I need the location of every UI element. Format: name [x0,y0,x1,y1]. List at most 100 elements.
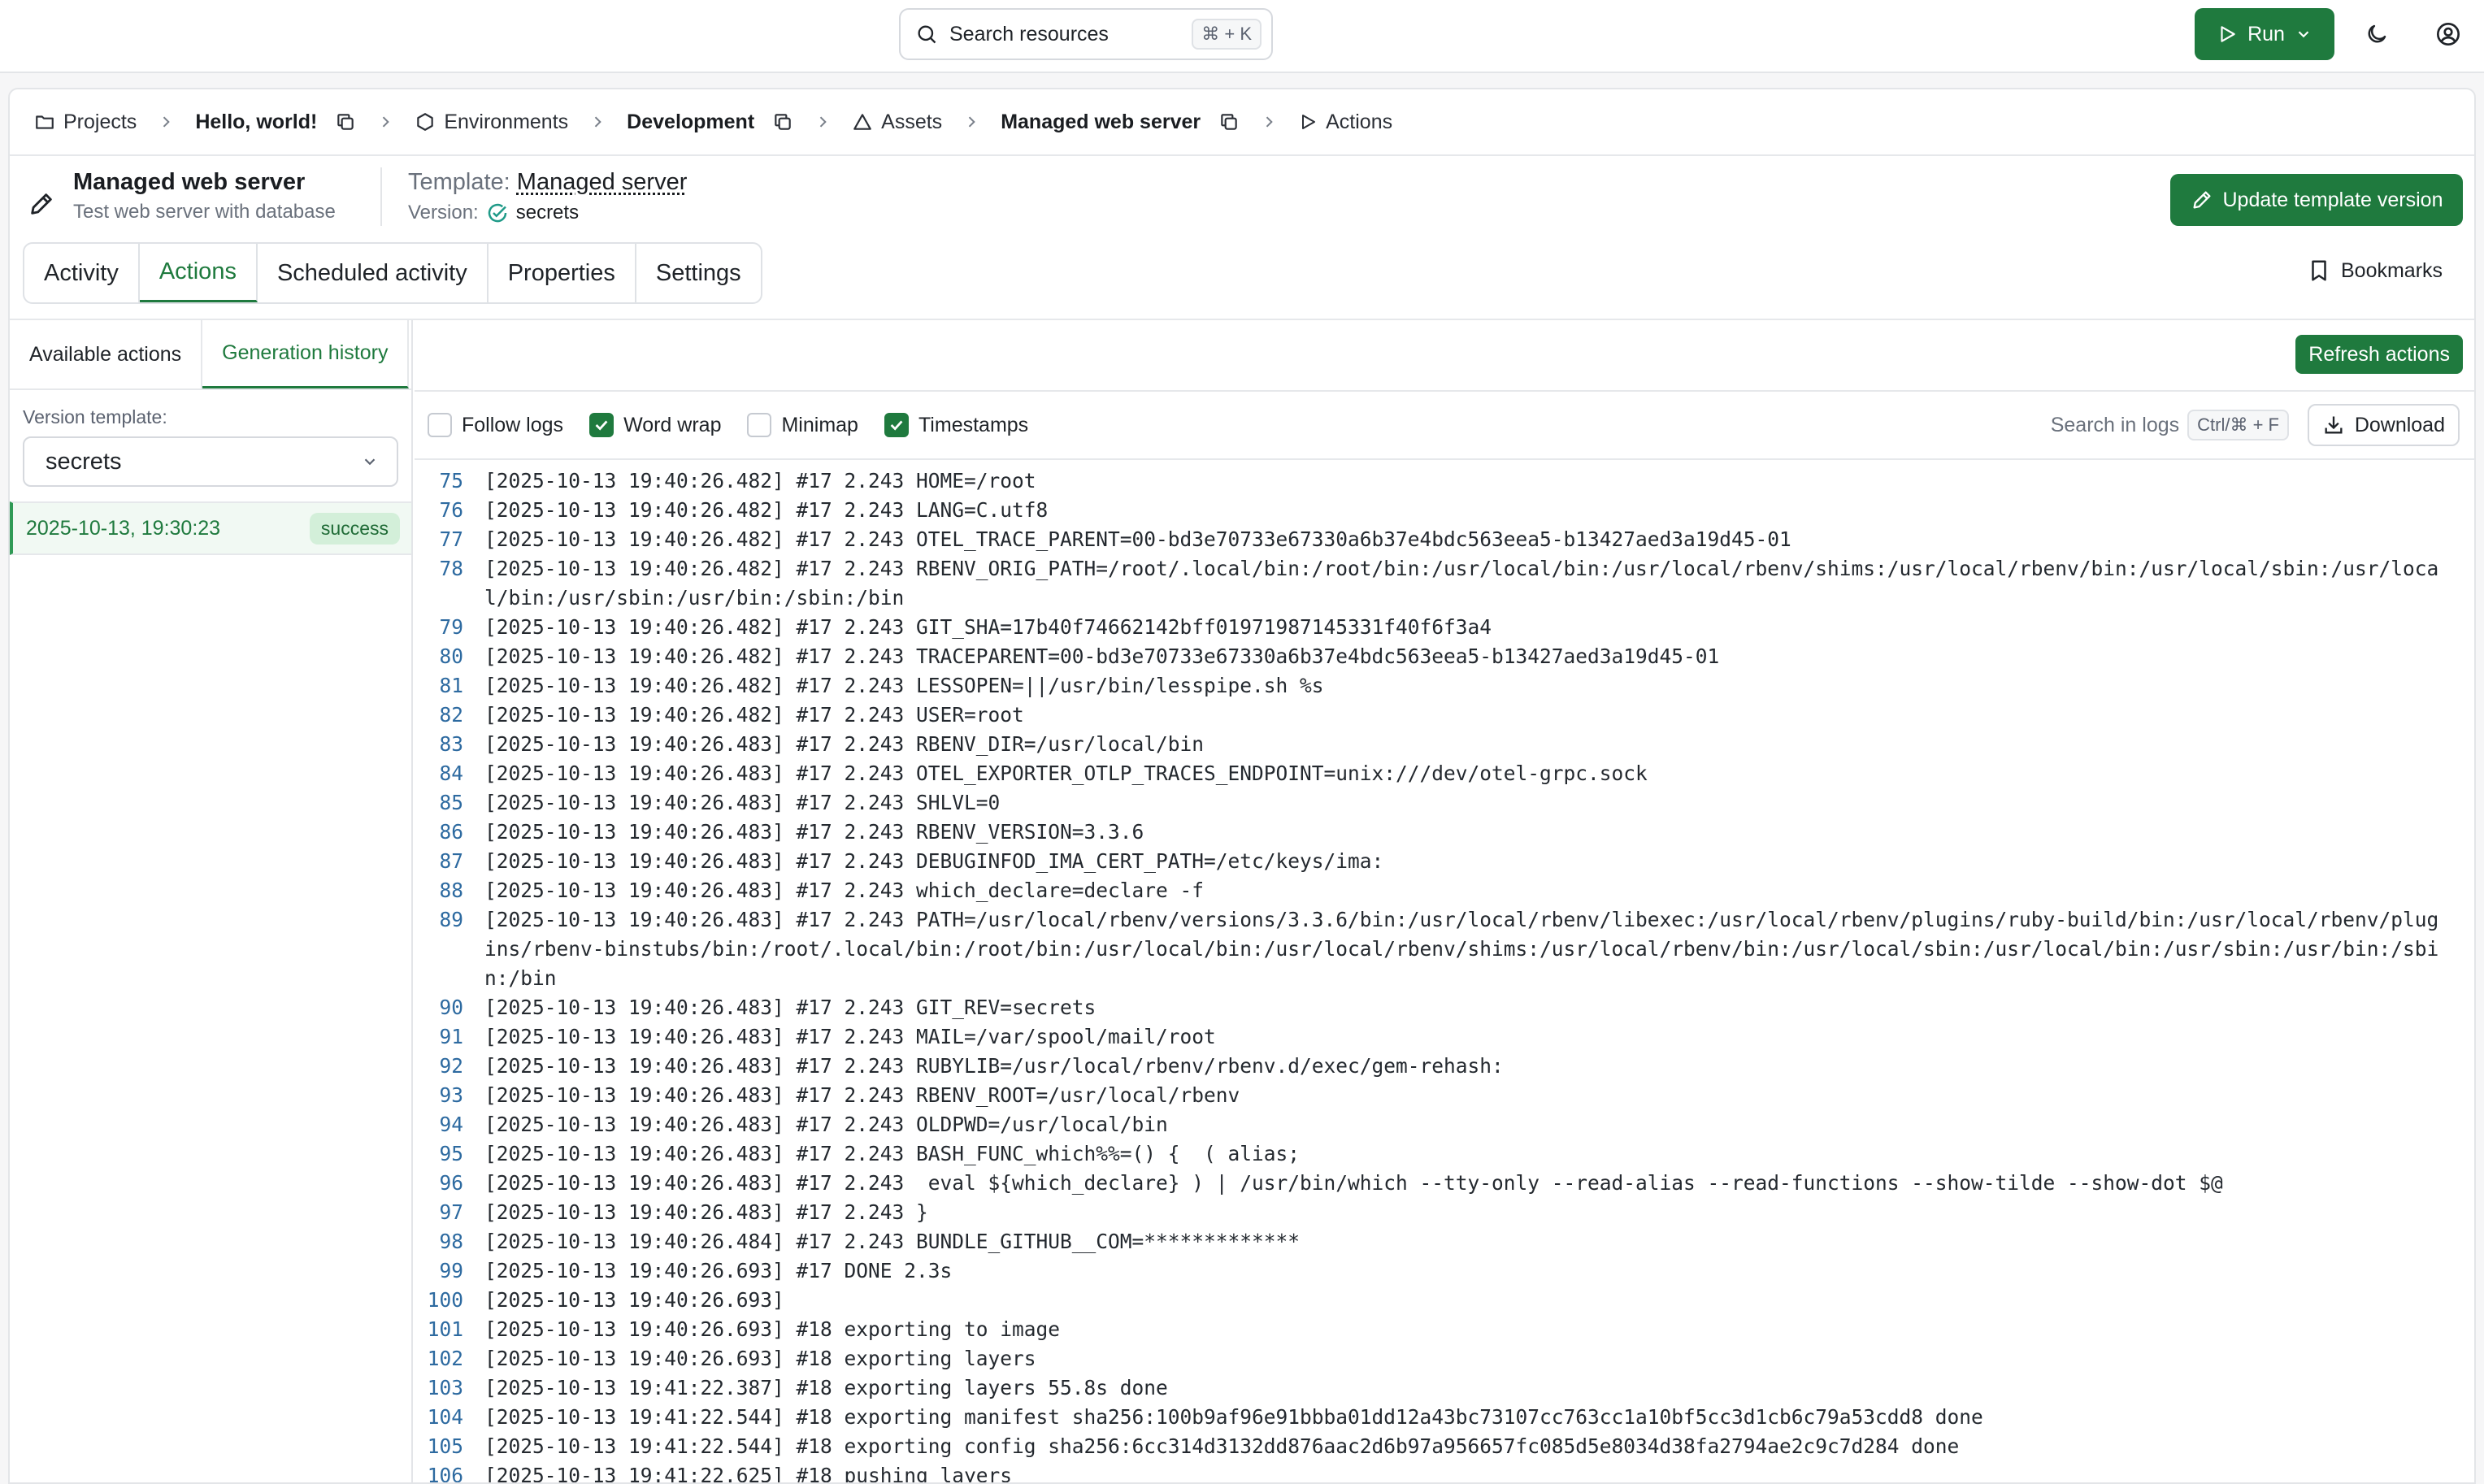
search-logs-shortcut: Ctrl/⌘ + F [2187,410,2289,440]
follow-logs-checkbox[interactable]: Follow logs [428,413,563,437]
update-template-version-button[interactable]: Update template version [2170,174,2463,226]
tab-settings[interactable]: Settings [636,244,761,302]
log-output[interactable]: 75 [2025-10-13 19:40:26.482] #17 2.243 HO… [415,462,2474,1484]
line-number: 78 [439,557,463,580]
history-item[interactable]: 2025-10-13, 19:30:23 success [10,501,411,555]
line-number: 90 [439,996,463,1019]
line-number: 92 [439,1054,463,1078]
log-text: [2025-10-13 19:40:26.693] [484,1288,784,1312]
log-line: 77 [2025-10-13 19:40:26.482] #17 2.243 OT… [415,525,2474,554]
version-prefix: Version: [408,202,479,223]
pencil-icon [2191,189,2213,211]
copy-icon[interactable] [335,111,356,132]
version-template-select[interactable]: secrets [23,436,398,487]
copy-icon[interactable] [1218,111,1240,132]
timestamps-label: Timestamps [918,413,1029,436]
line-number: 83 [439,732,463,756]
search-in-logs[interactable]: Search in logs Ctrl/⌘ + F [2051,410,2289,440]
check-circle-icon [485,201,510,225]
header-divider [380,167,382,226]
log-text: [2025-10-13 19:40:26.484] #17 2.243 BUND… [484,1230,1301,1253]
actions-sidebar: Available actions Generation history Ver… [10,320,413,1482]
line-number: 98 [439,1230,463,1253]
tab-actions[interactable]: Actions [139,244,258,302]
line-number: 101 [427,1317,463,1341]
line-number: 106 [427,1464,463,1484]
bookmark-icon [2308,258,2330,283]
breadcrumb-asset-label: Managed web server [1001,110,1201,133]
line-number: 81 [439,674,463,697]
line-number: 102 [427,1347,463,1370]
log-text: [2025-10-13 19:40:26.483] #17 2.243 GIT_… [484,996,1097,1019]
moon-icon[interactable] [2360,18,2393,50]
minimap-checkbox[interactable]: Minimap [747,413,858,437]
template-link[interactable]: Managed server [517,169,688,195]
line-number: 75 [439,469,463,492]
log-text: [2025-10-13 19:41:22.544] #18 exporting … [484,1405,1983,1429]
asset-subtitle: Test web server with database [73,201,336,223]
main-panel: Projects Hello, world! Environments Deve… [8,88,2476,1484]
log-line: 81 [2025-10-13 19:40:26.482] #17 2.243 LE… [415,671,2474,701]
line-number: 76 [439,498,463,522]
log-line: 99 [2025-10-13 19:40:26.693] #17 DONE 2.3… [415,1256,2474,1286]
breadcrumb-projects[interactable]: Projects [34,111,137,134]
download-button[interactable]: Download [2307,404,2460,446]
play-icon [1298,112,1318,132]
log-line: 85 [2025-10-13 19:40:26.483] #17 2.243 SH… [415,788,2474,818]
word-wrap-label: Word wrap [623,413,722,436]
breadcrumb-assets[interactable]: Assets [852,111,942,134]
log-text: [2025-10-13 19:40:26.482] #17 2.243 LANG… [484,498,1049,522]
top-bar: Search resources ⌘ + K Run [0,0,2484,73]
download-icon [2322,414,2345,436]
status-badge: success [309,512,400,545]
tab-activity[interactable]: Activity [24,244,140,302]
word-wrap-checkbox[interactable]: Word wrap [589,413,721,437]
bookmarks-button[interactable]: Bookmarks [2308,258,2443,283]
log-text: [2025-10-13 19:40:26.693] #17 DONE 2.3s [484,1259,953,1282]
checkmark-icon [589,413,614,437]
chevron-down-icon [2295,25,2312,43]
log-line: 84 [2025-10-13 19:40:26.483] #17 2.243 OT… [415,759,2474,788]
tab-scheduled-activity[interactable]: Scheduled activity [258,244,489,302]
log-line: 98 [2025-10-13 19:40:26.484] #17 2.243 BU… [415,1227,2474,1256]
copy-icon[interactable] [772,111,793,132]
breadcrumb-actions[interactable]: Actions [1298,111,1392,134]
log-line: 91 [2025-10-13 19:40:26.483] #17 2.243 MA… [415,1022,2474,1052]
user-account-icon[interactable] [2432,18,2464,50]
follow-logs-label: Follow logs [462,413,564,436]
version-template-value: secrets [46,448,122,475]
asset-title-block: Managed web server Test web server with … [73,169,336,223]
log-line: 80 [2025-10-13 19:40:26.482] #17 2.243 TR… [415,642,2474,671]
breadcrumb-assets-label: Assets [881,110,943,133]
log-text: [2025-10-13 19:40:26.483] #17 2.243 SHLV… [484,791,1001,814]
tab-properties[interactable]: Properties [489,244,636,302]
log-line: 86 [2025-10-13 19:40:26.483] #17 2.243 RB… [415,818,2474,847]
log-text: [2025-10-13 19:40:26.483] #17 2.243 RBEN… [484,820,1144,844]
timestamps-checkbox[interactable]: Timestamps [884,413,1028,437]
breadcrumb-environments[interactable]: Environments [415,111,568,134]
log-text: [2025-10-13 19:40:26.483] #17 2.243 RUBY… [484,1054,1504,1078]
breadcrumb-asset-name[interactable]: Managed web server [1001,111,1201,134]
tab-generation-history[interactable]: Generation history [202,320,410,388]
line-number: 91 [439,1025,463,1048]
log-text: [2025-10-13 19:40:26.693] #18 exporting … [484,1317,1061,1341]
tab-available-actions[interactable]: Available actions [10,320,203,388]
log-text: [2025-10-13 19:40:26.693] #18 exporting … [484,1347,1036,1370]
refresh-actions-button[interactable]: Refresh actions [2295,335,2463,374]
template-info: Template: Managed server Version: secret… [408,169,687,225]
chevron-right-icon [589,114,606,130]
log-line: 76 [2025-10-13 19:40:26.482] #17 2.243 LA… [415,496,2474,525]
log-line: 94 [2025-10-13 19:40:26.483] #17 2.243 OL… [415,1110,2474,1139]
search-in-logs-label: Search in logs [2050,413,2180,436]
search-resources-button[interactable]: Search resources ⌘ + K [899,8,1273,60]
line-number: 100 [427,1288,463,1312]
pencil-icon[interactable] [28,190,55,218]
breadcrumb-environment-name[interactable]: Development [627,111,754,134]
run-button[interactable]: Run [2195,8,2334,60]
breadcrumb-projects-label: Projects [63,110,137,133]
log-text: [2025-10-13 19:41:22.387] #18 exporting … [484,1376,1168,1399]
log-text: [2025-10-13 19:40:26.483] #17 2.243 MAIL… [484,1025,1216,1048]
chevron-right-icon [158,114,174,130]
log-line: 79 [2025-10-13 19:40:26.482] #17 2.243 GI… [415,613,2474,642]
breadcrumb-project-name[interactable]: Hello, world! [195,111,317,134]
